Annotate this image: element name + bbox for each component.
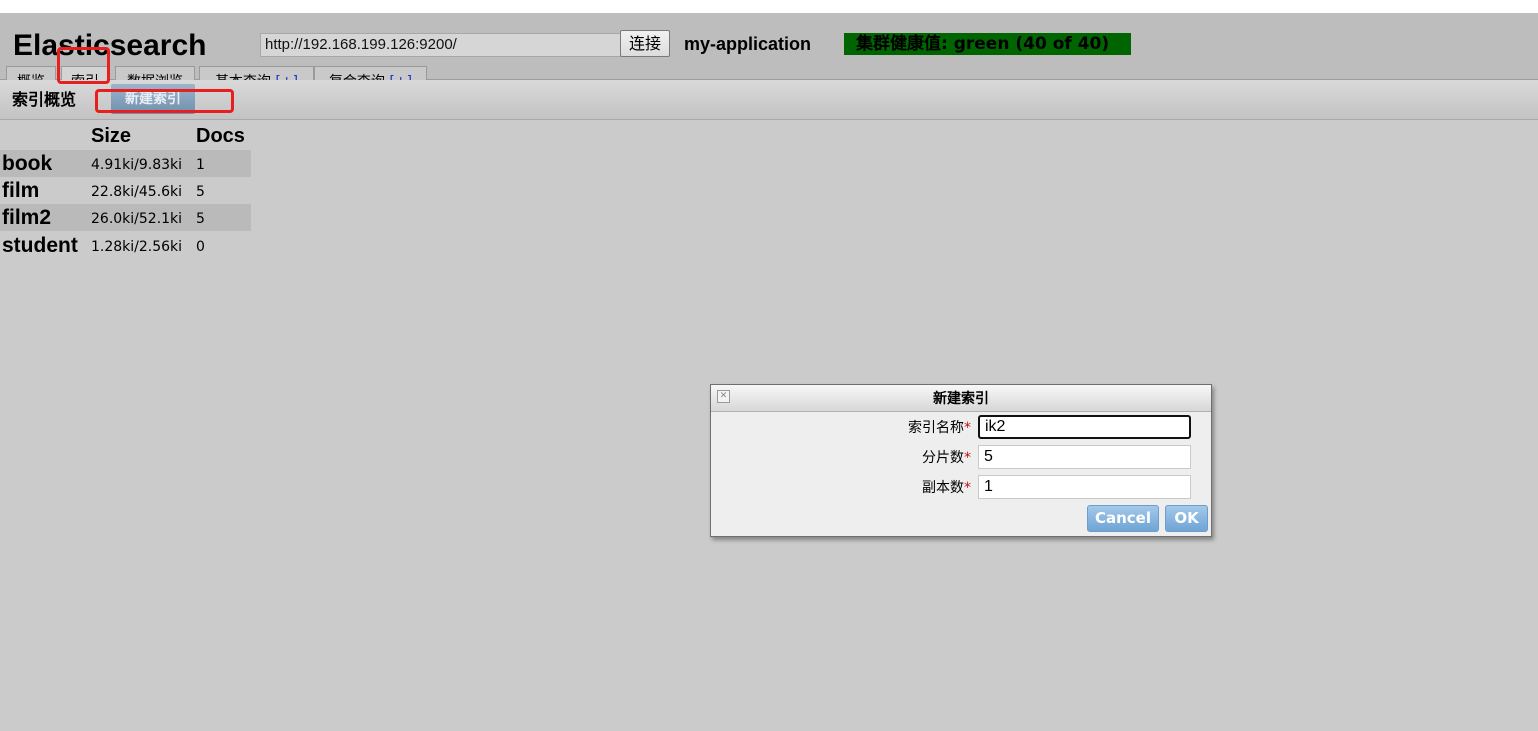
table-row[interactable]: film 22.8ki/45.6ki 5 <box>0 177 251 204</box>
shards-label: 分片数* <box>922 450 971 466</box>
required-marker: * <box>964 420 971 436</box>
section-title: 索引概览 <box>12 90 77 109</box>
index-name[interactable]: film2 <box>2 206 51 230</box>
index-size: 1.28ki/2.56ki <box>91 239 183 255</box>
dialog-titlebar[interactable]: ✕ 新建索引 <box>711 385 1211 412</box>
top-strip <box>0 0 1538 13</box>
connect-button[interactable]: 连接 <box>620 30 670 57</box>
ok-button[interactable]: OK <box>1165 505 1208 532</box>
table-row[interactable]: book 4.91ki/9.83ki 1 <box>0 150 251 177</box>
header: Elasticsearch 连接 my-application 集群健康值: g… <box>0 13 1538 92</box>
shards-input[interactable] <box>978 445 1191 469</box>
index-name[interactable]: book <box>2 152 52 176</box>
table-row[interactable]: film2 26.0ki/52.1ki 5 <box>0 204 251 231</box>
index-name[interactable]: student <box>2 234 78 258</box>
app-title: Elasticsearch <box>13 29 207 62</box>
required-marker: * <box>964 450 971 466</box>
new-index-dialog: ✕ 新建索引 索引名称* 分片数* 副本数* Cancel OK <box>710 384 1212 537</box>
index-docs: 1 <box>196 157 205 173</box>
cancel-button[interactable]: Cancel <box>1087 505 1159 532</box>
column-header-size: Size <box>91 125 132 147</box>
index-toolbar: 索引概览 新建索引 <box>0 80 1538 120</box>
required-marker: * <box>964 480 971 496</box>
index-name[interactable]: film <box>2 179 39 203</box>
new-index-button[interactable]: 新建索引 <box>111 84 195 114</box>
cluster-health-badge: 集群健康值: green (40 of 40) <box>844 33 1131 55</box>
index-size: 22.8ki/45.6ki <box>91 184 183 200</box>
table-row[interactable]: student 1.28ki/2.56ki 0 <box>0 232 251 259</box>
index-docs: 5 <box>196 184 205 200</box>
index-docs: 0 <box>196 239 205 255</box>
index-name-label: 索引名称* <box>908 420 971 436</box>
dialog-title: 新建索引 <box>933 391 989 407</box>
cluster-name: my-application <box>684 34 812 54</box>
replicas-label: 副本数* <box>922 480 971 496</box>
index-size: 4.91ki/9.83ki <box>91 157 183 173</box>
index-size: 26.0ki/52.1ki <box>91 211 183 227</box>
column-header-docs: Docs <box>196 125 245 147</box>
replicas-input[interactable] <box>978 475 1191 499</box>
index-docs: 5 <box>196 211 205 227</box>
cluster-url-input[interactable] <box>260 33 622 57</box>
index-name-input[interactable] <box>978 415 1191 439</box>
